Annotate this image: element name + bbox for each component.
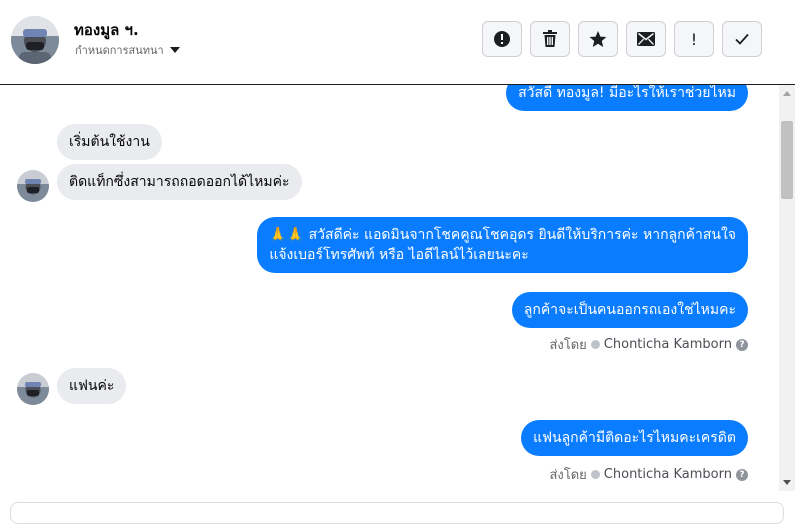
contact-avatar[interactable] (11, 16, 59, 64)
message-bubble-outgoing[interactable]: สวัสดี ทองมูล! มีอะไรให้เราช่วยไหม (506, 85, 748, 111)
sent-by-label: ส่งโดย (549, 468, 587, 483)
star-icon (589, 31, 607, 47)
contact-avatar-small[interactable] (17, 170, 49, 202)
scroll-up-arrow-icon[interactable] (783, 91, 791, 96)
delete-button[interactable] (530, 21, 570, 57)
contact-avatar-small[interactable] (17, 373, 49, 405)
help-icon[interactable]: ? (736, 338, 748, 351)
message-line: 🙏🙏 สวัสดีค่ะ แอดมินจากโชคคูณโชคอุดร ยินด… (269, 227, 736, 243)
sent-by-agent[interactable]: Chonticha Kamborn (604, 467, 732, 482)
thread-scrollbar[interactable] (779, 85, 795, 491)
message-bubble-incoming[interactable]: ติดแท็กซึ่งสามารถถอดออกได้ไหมค่ะ (57, 164, 302, 200)
sent-by-agent[interactable]: Chonticha Kamborn (604, 337, 732, 352)
message-bubble-outgoing[interactable]: แฟนลูกค้ามีติดอะไรไหมคะเครดิต (521, 420, 748, 456)
envelope-icon (637, 32, 655, 46)
message-bubble-incoming[interactable]: เริ่มต้นใช้งาน (57, 124, 162, 160)
star-button[interactable] (578, 21, 618, 57)
scrollbar-thumb[interactable] (781, 121, 793, 199)
page-badge-icon (590, 340, 600, 349)
conversation-settings-label: กำหนดการสนทนา (75, 44, 164, 57)
message-composer[interactable] (10, 502, 784, 524)
exclamation-icon: ! (690, 29, 698, 49)
mail-button[interactable] (626, 21, 666, 57)
sent-by-info: ส่งโดย Chonticha Kamborn ? (549, 464, 748, 485)
sent-by-info: ส่งโดย Chonticha Kamborn ? (549, 334, 748, 355)
trash-icon (543, 30, 557, 47)
message-thread[interactable]: สวัสดี ทองมูล! มีอะไรให้เราช่วยไหม เริ่ม… (0, 85, 779, 491)
sent-by-label: ส่งโดย (549, 338, 587, 353)
caret-down-icon (169, 47, 180, 53)
important-button[interactable]: ! (674, 21, 714, 57)
message-bubble-outgoing[interactable]: ลูกค้าจะเป็นคนออกรถเองใช่ไหมคะ (511, 292, 748, 328)
alert-circle-icon (494, 31, 510, 47)
message-line: แจ้งเบอร์โทรศัพท์ หรือ ไอดีไลน์ไว้เลยนะค… (269, 247, 529, 263)
help-icon[interactable]: ? (736, 468, 748, 481)
checkmark-icon (735, 33, 749, 45)
page-badge-icon (590, 470, 600, 479)
report-button[interactable] (482, 21, 522, 57)
conversation-settings-dropdown[interactable]: กำหนดการสนทนา (75, 41, 180, 59)
message-bubble-incoming[interactable]: แฟนค่ะ (57, 368, 127, 404)
message-bubble-outgoing[interactable]: 🙏🙏 สวัสดีค่ะ แอดมินจากโชคคูณโชคอุดร ยินด… (257, 217, 748, 273)
contact-name[interactable]: ทองมูล ฯ. (74, 18, 139, 42)
conversation-header: ทองมูล ฯ. กำหนดการสนทนา ! (0, 0, 795, 85)
scroll-down-arrow-icon[interactable] (783, 480, 791, 485)
header-actions: ! (482, 21, 762, 57)
done-button[interactable] (722, 21, 762, 57)
